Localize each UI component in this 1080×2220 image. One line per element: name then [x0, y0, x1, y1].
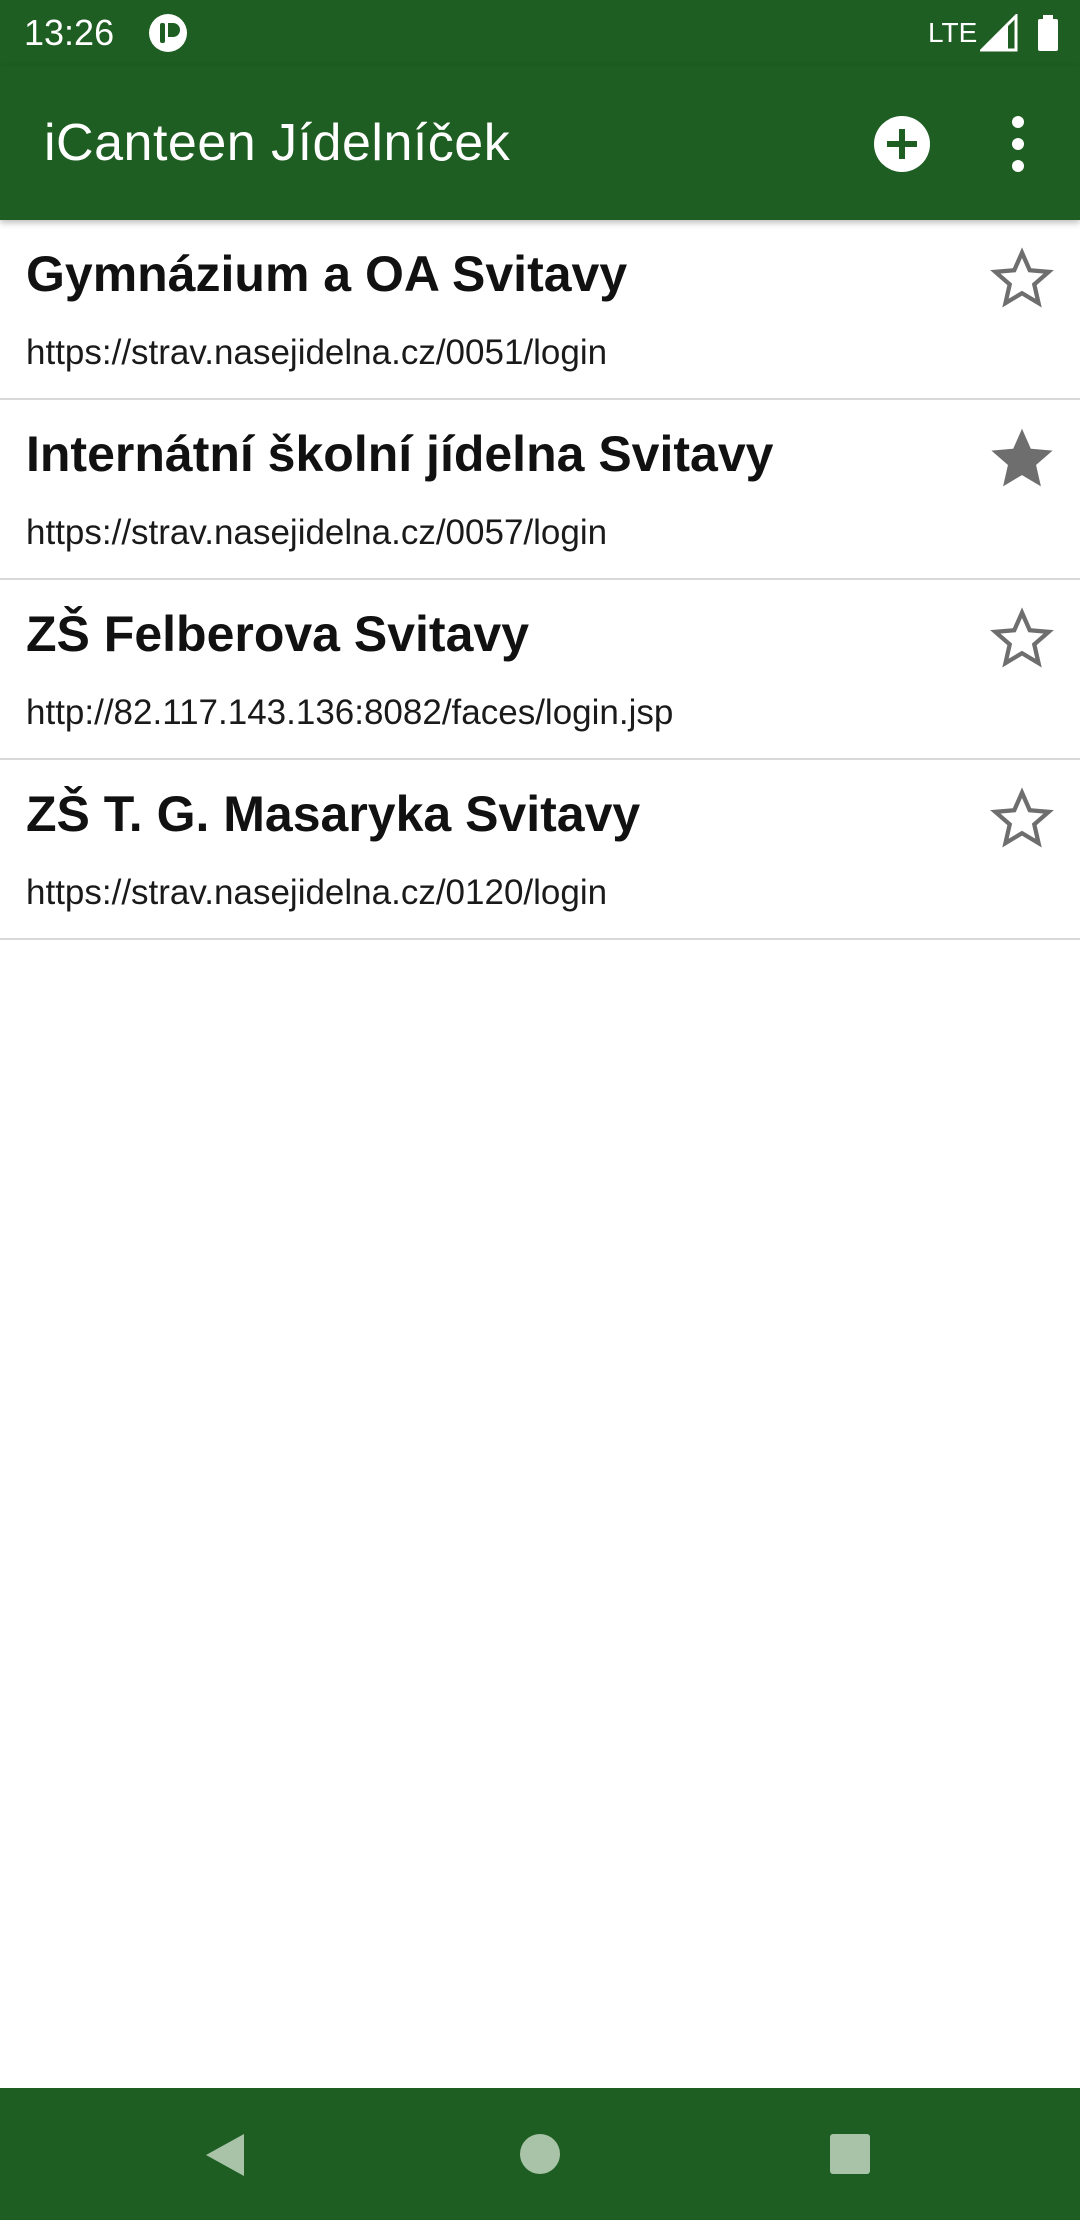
favorite-toggle[interactable] [990, 426, 1054, 490]
favorite-toggle[interactable] [990, 246, 1054, 310]
battery-icon [1036, 14, 1060, 52]
canteen-list: Gymnázium a OA Svitavy https://strav.nas… [0, 220, 1080, 940]
more-options-button[interactable] [992, 110, 1044, 178]
canteen-name: ZŠ Felberova Svitavy [26, 606, 530, 662]
back-button[interactable] [200, 2130, 250, 2180]
canteen-list-item[interactable]: Internátní školní jídelna Svitavy https:… [0, 400, 1080, 580]
more-vert-icon [1012, 116, 1024, 172]
app-notification-icon [148, 13, 188, 53]
add-icon [874, 116, 930, 172]
status-bar: 13:26 LTE [0, 0, 1080, 66]
home-circle-icon [520, 2134, 560, 2174]
canteen-list-item[interactable]: Gymnázium a OA Svitavy https://strav.nas… [0, 220, 1080, 400]
canteen-url: https://strav.nasejidelna.cz/0120/login [26, 873, 608, 912]
favorite-toggle[interactable] [990, 606, 1054, 670]
canteen-url: https://strav.nasejidelna.cz/0051/login [26, 333, 608, 372]
system-nav-bar [0, 2088, 1080, 2220]
star-outline-icon [990, 247, 1054, 308]
canteen-list-item[interactable]: ZŠ Felberova Svitavy http://82.117.143.1… [0, 580, 1080, 760]
recents-button[interactable] [828, 2132, 872, 2176]
canteen-name: Internátní školní jídelna Svitavy [26, 426, 774, 482]
favorite-toggle[interactable] [990, 786, 1054, 850]
canteen-url: http://82.117.143.136:8082/faces/login.j… [26, 693, 674, 732]
app-title: iCanteen Jídelníček [44, 114, 511, 172]
canteen-name: ZŠ T. G. Masaryka Svitavy [26, 786, 641, 842]
canteen-list-item[interactable]: ZŠ T. G. Masaryka Svitavy https://strav.… [0, 760, 1080, 940]
canteen-name: Gymnázium a OA Svitavy [26, 246, 628, 302]
recents-square-icon [830, 2134, 870, 2174]
home-button[interactable] [518, 2132, 562, 2176]
network-type: LTE [928, 17, 978, 48]
star-outline-icon [990, 787, 1054, 848]
screen: 13:26 LTE iCanteen Jídelníček Gymnázium … [0, 0, 1080, 2220]
star-outline-icon [990, 607, 1054, 668]
back-triangle-icon [206, 2134, 244, 2176]
signal-icon [978, 12, 1018, 52]
star-filled-icon [991, 428, 1053, 487]
add-canteen-button[interactable] [872, 114, 932, 174]
canteen-url: https://strav.nasejidelna.cz/0057/login [26, 513, 608, 552]
app-bar: iCanteen Jídelníček [0, 66, 1080, 220]
status-time: 13:26 [24, 12, 115, 53]
